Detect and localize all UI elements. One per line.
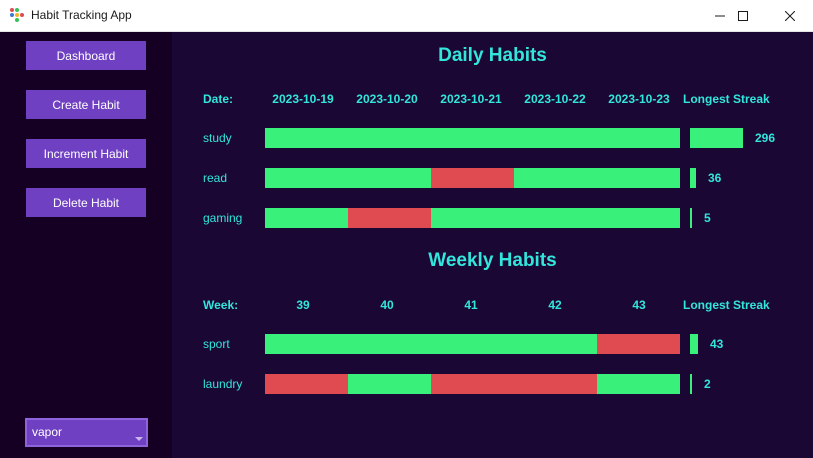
- close-button[interactable]: [767, 0, 813, 32]
- habit-done-segment: [348, 128, 431, 148]
- date-column-header: 2023-10-21: [440, 92, 502, 106]
- habit-name: gaming: [203, 211, 243, 225]
- streak-value: 296: [755, 131, 776, 145]
- chevron-down-icon: [135, 437, 143, 441]
- habit-name: laundry: [203, 377, 243, 391]
- sidebar: Dashboard Create Habit Increment Habit D…: [0, 32, 172, 458]
- habit-missed-segment: [514, 374, 597, 394]
- maximize-icon: [737, 11, 748, 21]
- habit-done-segment: [348, 168, 431, 188]
- streak-bar: [690, 334, 698, 354]
- habit-done-segment: [265, 128, 348, 148]
- habit-done-segment: [431, 334, 514, 354]
- create-habit-button[interactable]: Create Habit: [26, 90, 146, 119]
- delete-habit-button[interactable]: Delete Habit: [26, 188, 146, 217]
- week-column-header: 41: [464, 298, 478, 312]
- week-column-header: 42: [548, 298, 562, 312]
- streak-bar: [690, 168, 696, 188]
- habit-done-segment: [597, 374, 680, 394]
- habit-done-segment: [265, 208, 348, 228]
- habit-done-segment: [265, 334, 348, 354]
- title-bar: Habit Tracking App: [0, 0, 813, 32]
- streak-value: 43: [710, 337, 724, 351]
- main-panel: Daily Habits Date: 2023-10-19 2023-10-20…: [172, 32, 813, 458]
- maximize-button[interactable]: [720, 0, 766, 32]
- habit-done-segment: [597, 208, 680, 228]
- habit-done-segment: [348, 374, 431, 394]
- habit-missed-segment: [431, 374, 514, 394]
- habit-done-segment: [431, 208, 514, 228]
- habit-missed-segment: [597, 334, 680, 354]
- dashboard-button[interactable]: Dashboard: [26, 41, 146, 70]
- habit-done-segment: [597, 128, 680, 148]
- date-header-label: Date:: [203, 92, 234, 106]
- habit-progress-bar: [265, 168, 680, 188]
- date-column-header: 2023-10-19: [272, 92, 334, 106]
- week-column-header: 43: [632, 298, 646, 312]
- date-column-header: 2023-10-20: [356, 92, 418, 106]
- week-header-label: Week:: [203, 298, 239, 312]
- theme-select[interactable]: vapor: [25, 418, 148, 447]
- date-column-header: 2023-10-22: [524, 92, 586, 106]
- increment-habit-button[interactable]: Increment Habit: [26, 139, 146, 168]
- weekly-habits-title: Weekly Habits: [428, 250, 557, 271]
- habit-done-segment: [514, 334, 597, 354]
- habit-progress-bar: [265, 208, 680, 228]
- streak-bar: [690, 374, 692, 394]
- habit-done-segment: [348, 334, 431, 354]
- theme-select-value: vapor: [32, 425, 63, 439]
- close-icon: [785, 11, 795, 21]
- window-title: Habit Tracking App: [31, 8, 132, 22]
- habit-done-segment: [514, 128, 597, 148]
- date-column-header: 2023-10-23: [608, 92, 670, 106]
- habit-missed-segment: [431, 168, 514, 188]
- habit-done-segment: [597, 168, 680, 188]
- streak-bar: [690, 128, 743, 148]
- habit-missed-segment: [265, 374, 348, 394]
- habit-done-segment: [514, 168, 597, 188]
- streak-bar: [690, 208, 692, 228]
- habit-progress-bar: [265, 374, 680, 394]
- longest-streak-header: Longest Streak: [683, 298, 770, 312]
- habit-done-segment: [265, 168, 348, 188]
- habit-name: read: [203, 171, 228, 185]
- week-column-header: 39: [296, 298, 310, 312]
- habit-done-segment: [431, 128, 514, 148]
- streak-value: 2: [704, 377, 711, 391]
- habit-progress-bar: [265, 128, 680, 148]
- streak-value: 36: [708, 171, 722, 185]
- habit-name: study: [203, 131, 232, 145]
- app-icon: [10, 8, 24, 22]
- habit-progress-bar: [265, 334, 680, 354]
- habit-name: sport: [203, 337, 230, 351]
- streak-value: 5: [704, 211, 711, 225]
- week-column-header: 40: [380, 298, 394, 312]
- habit-done-segment: [514, 208, 597, 228]
- longest-streak-header: Longest Streak: [683, 92, 770, 106]
- habit-missed-segment: [348, 208, 431, 228]
- daily-habits-title: Daily Habits: [438, 45, 547, 66]
